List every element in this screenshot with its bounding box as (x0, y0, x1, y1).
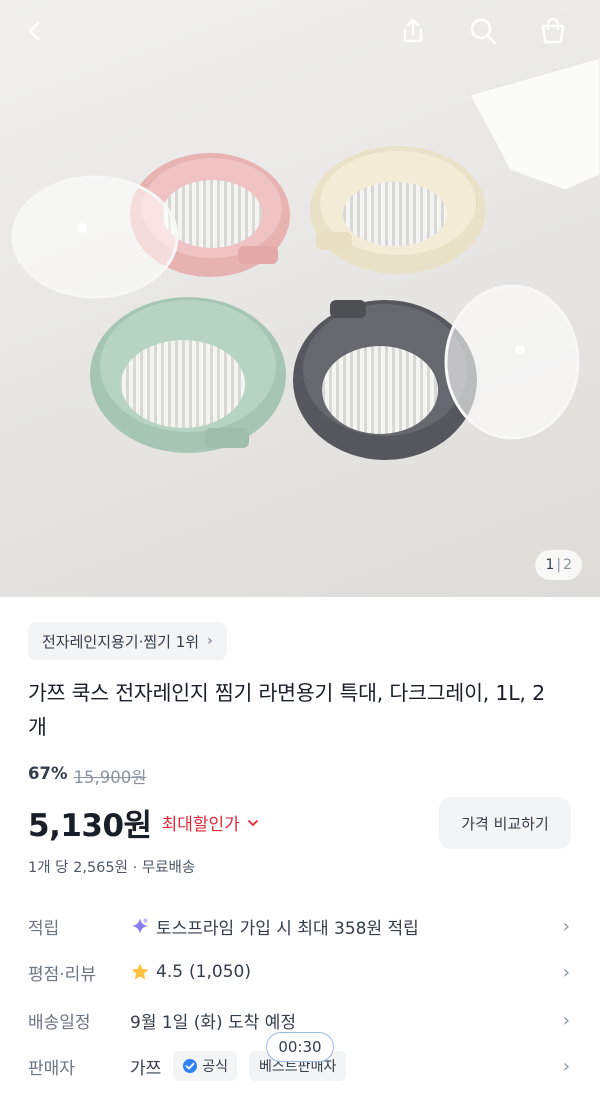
top-navigation-bar (0, 0, 600, 62)
image-total-pages: 2 (563, 557, 572, 573)
cart-button[interactable] (532, 10, 574, 52)
star-icon (131, 963, 149, 980)
rating-score: 4.5 (156, 962, 184, 982)
sale-price: 5,130원 (28, 808, 152, 844)
points-label: 적립 (28, 918, 60, 939)
chevron-right-icon: › (562, 915, 570, 937)
chevron-right-icon: › (207, 633, 213, 649)
rating-value-wrap: 4.5 (1,050) (130, 962, 251, 982)
points-row[interactable]: 적립 토스프라임 가입 시 최대 358원 적립 › (0, 902, 600, 950)
rating-label: 평점·리뷰 (28, 964, 96, 985)
chevron-right-icon: › (562, 961, 570, 983)
search-icon (470, 18, 497, 45)
official-badge-label: 공식 (202, 1059, 229, 1075)
product-photo (11, 57, 600, 460)
chevron-down-icon (247, 819, 258, 826)
review-count: (1,050) (189, 962, 251, 982)
back-button[interactable] (14, 10, 56, 52)
official-badge: 공식 (173, 1051, 238, 1081)
seller-label: 판매자 (28, 1058, 75, 1079)
chevron-right-icon: › (562, 1055, 570, 1077)
share-button[interactable] (392, 10, 434, 52)
original-price: 15,900원 (73, 768, 147, 787)
max-discount-label: 최대할인가 (161, 815, 240, 835)
back-icon (28, 21, 40, 41)
points-value-wrap: 토스프라임 가입 시 최대 358원 적립 (130, 914, 419, 939)
timer-overlay: 00:30 (266, 1032, 334, 1062)
price-row: 5,130원 최대할인가 (28, 800, 260, 845)
category-rank-label: 전자레인지용기·찜기 1위 (42, 632, 200, 651)
shopping-bag-icon (541, 17, 565, 44)
discount-percent: 67% (28, 764, 68, 783)
share-icon (403, 18, 423, 43)
product-image-gallery[interactable]: 1 | 2 (0, 0, 600, 597)
discount-row: 67% 15,900원 (28, 764, 146, 788)
rating-review-row[interactable]: 평점·리뷰 4.5 (1,050) › (0, 948, 600, 996)
search-button[interactable] (462, 10, 504, 52)
chevron-right-icon: › (562, 1009, 570, 1031)
image-page-separator: | (556, 557, 562, 573)
seller-name: 가쯔 (130, 1058, 162, 1079)
delivery-label: 배송일정 (28, 1012, 91, 1033)
unit-price-shipping: 1개 당 2,565원 · 무료배송 (28, 860, 196, 876)
category-rank-chip[interactable]: 전자레인지용기·찜기 1위 › (28, 622, 227, 660)
compare-prices-button[interactable]: 가격 비교하기 (439, 797, 571, 849)
sparkle-icon (132, 918, 148, 934)
image-page-indicator: 1 | 2 (535, 550, 582, 580)
verified-check-icon (183, 1059, 198, 1073)
delivery-value: 9월 1일 (화) 도착 예정 (130, 1012, 296, 1033)
points-value: 토스프라임 가입 시 최대 358원 적립 (156, 918, 419, 939)
image-current-page: 1 (545, 557, 555, 573)
max-discount-toggle[interactable]: 최대할인가 (162, 810, 260, 835)
product-title: 가쯔 쿡스 전자레인지 찜기 라면용기 특대, 다크그레이, 1L, 2개 (28, 681, 545, 739)
